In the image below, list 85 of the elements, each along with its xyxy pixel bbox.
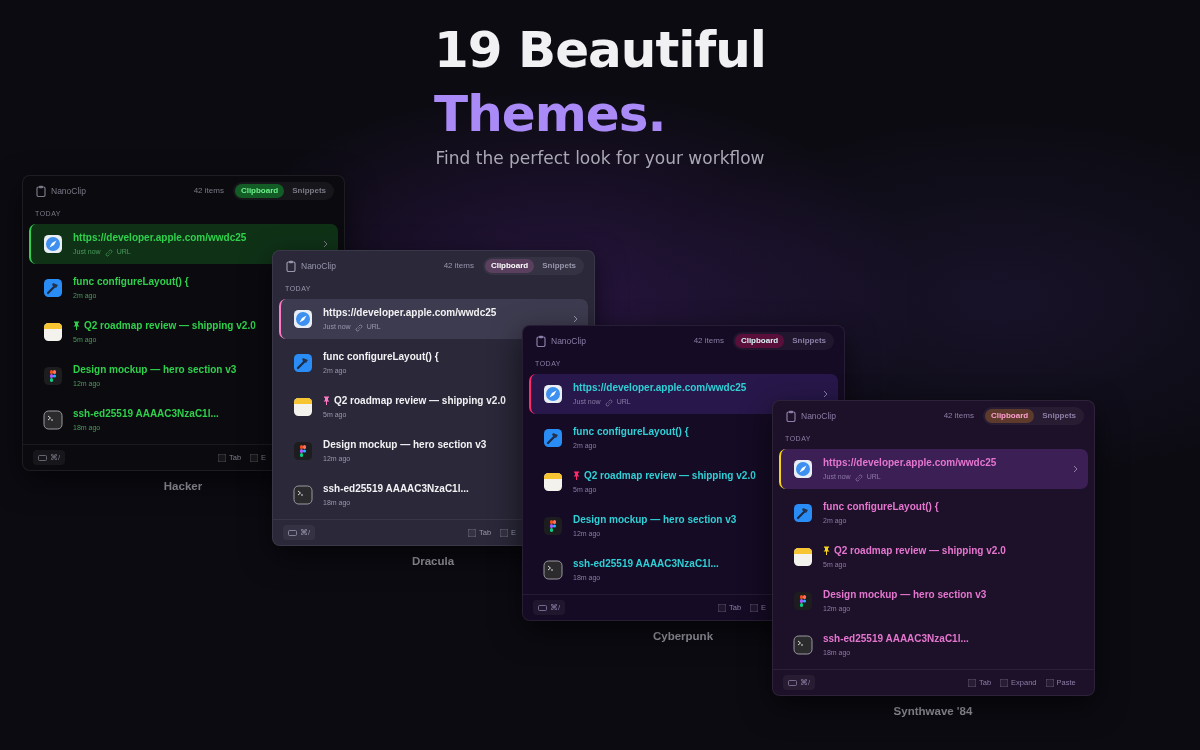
shapes-icon — [43, 366, 63, 386]
tab[interactable]: Clipboard — [734, 334, 785, 349]
key-icon — [1045, 678, 1054, 687]
compass-icon — [43, 234, 63, 254]
clipboard-icon — [285, 260, 296, 273]
key-icon — [500, 528, 509, 537]
item-title: Design mockup — hero section v3 — [573, 513, 737, 528]
link-icon — [354, 323, 363, 332]
terminal-icon — [793, 635, 813, 655]
terminal-icon — [293, 485, 313, 505]
item-title: Q2 roadmap review — shipping v2.0 — [573, 468, 756, 484]
item-title: ssh-ed25519 AAAAC3NzaC1l... — [73, 407, 219, 422]
item-title: func configureLayout() { — [823, 500, 939, 515]
hammer-icon — [43, 278, 63, 298]
clipboard-icon — [35, 185, 46, 198]
app-name: NanoClip — [51, 184, 86, 198]
hammer-icon — [293, 353, 313, 373]
item-title: https://developer.apple.com/wwdc25 — [573, 381, 748, 396]
item-title: ssh-ed25519 AAAAC3NzaC1l... — [323, 482, 469, 497]
theme-name: Cyberpunk — [652, 629, 714, 644]
hammer-icon — [543, 428, 563, 448]
keyboard-icon — [38, 454, 47, 461]
key-icon — [1000, 678, 1009, 687]
key-icon — [468, 528, 476, 537]
notes-icon — [543, 472, 563, 492]
shapes-icon — [543, 516, 563, 536]
tab[interactable]: Snippets — [786, 334, 832, 349]
notes-icon — [43, 322, 63, 342]
item-title: Q2 roadmap review — shipping v2.0 — [323, 393, 506, 409]
tab[interactable]: Clipboard — [234, 184, 285, 199]
tab[interactable]: Snippets — [1036, 409, 1082, 424]
terminal-icon — [543, 560, 563, 580]
tab[interactable]: Snippets — [286, 184, 332, 199]
shapes-icon — [793, 591, 813, 611]
item-title: Design mockup — hero section v3 — [823, 588, 987, 603]
compass-icon — [793, 459, 813, 479]
theme-name: Dracula — [411, 554, 455, 569]
headline: 19 Beautiful — [434, 20, 766, 81]
chevron-icon — [823, 390, 828, 398]
keyboard-icon — [288, 529, 297, 536]
key-icon — [718, 603, 726, 612]
theme-name: Synthwave '84 — [893, 704, 973, 719]
item-title: Q2 roadmap review — shipping v2.0 — [73, 318, 256, 334]
item-title: https://developer.apple.com/wwdc25 — [73, 231, 248, 246]
link-icon — [854, 473, 863, 482]
clipboard-icon — [535, 335, 546, 348]
headline-highlight: Themes. — [434, 84, 666, 145]
chevron-icon — [323, 240, 328, 248]
item-title: func configureLayout() { — [573, 425, 689, 440]
terminal-icon — [43, 410, 63, 430]
link-icon — [104, 248, 113, 257]
keyboard-icon — [538, 604, 547, 611]
theme-name: Hacker — [163, 479, 203, 494]
item-title: https://developer.apple.com/wwdc25 — [323, 306, 498, 321]
hammer-icon — [793, 503, 813, 523]
shapes-icon — [293, 441, 313, 461]
link-icon — [604, 398, 613, 407]
subtitle: Find the perfect look for your workflow — [435, 148, 765, 168]
item-title: Design mockup — hero section v3 — [323, 438, 487, 453]
notes-icon — [793, 547, 813, 567]
item-title: https://developer.apple.com/wwdc25 — [823, 456, 998, 471]
clipboard-icon — [785, 410, 796, 423]
item-title: ssh-ed25519 AAAAC3NzaC1l... — [823, 632, 969, 647]
item-title: func configureLayout() { — [323, 350, 439, 365]
compass-icon — [293, 309, 313, 329]
item-title: Design mockup — hero section v3 — [73, 363, 237, 378]
tab[interactable]: Snippets — [536, 259, 582, 274]
item-count: 42 items — [443, 260, 474, 273]
item-count: 42 items — [943, 410, 974, 423]
item-count: 42 items — [693, 335, 724, 348]
key-icon — [750, 603, 759, 612]
tab[interactable]: Clipboard — [484, 259, 535, 274]
keyboard-icon — [788, 679, 797, 686]
compass-icon — [543, 384, 563, 404]
item-title: func configureLayout() { — [73, 275, 189, 290]
key-icon — [250, 453, 259, 462]
chevron-icon — [573, 315, 578, 323]
tab[interactable]: Clipboard — [984, 409, 1035, 424]
item-title: ssh-ed25519 AAAAC3NzaC1l... — [573, 557, 719, 572]
chevron-icon — [1073, 465, 1078, 473]
notes-icon — [293, 397, 313, 417]
item-title: Q2 roadmap review — shipping v2.0 — [823, 543, 1006, 559]
item-count: 42 items — [193, 185, 224, 198]
key-icon — [218, 453, 226, 462]
key-icon — [968, 678, 976, 687]
